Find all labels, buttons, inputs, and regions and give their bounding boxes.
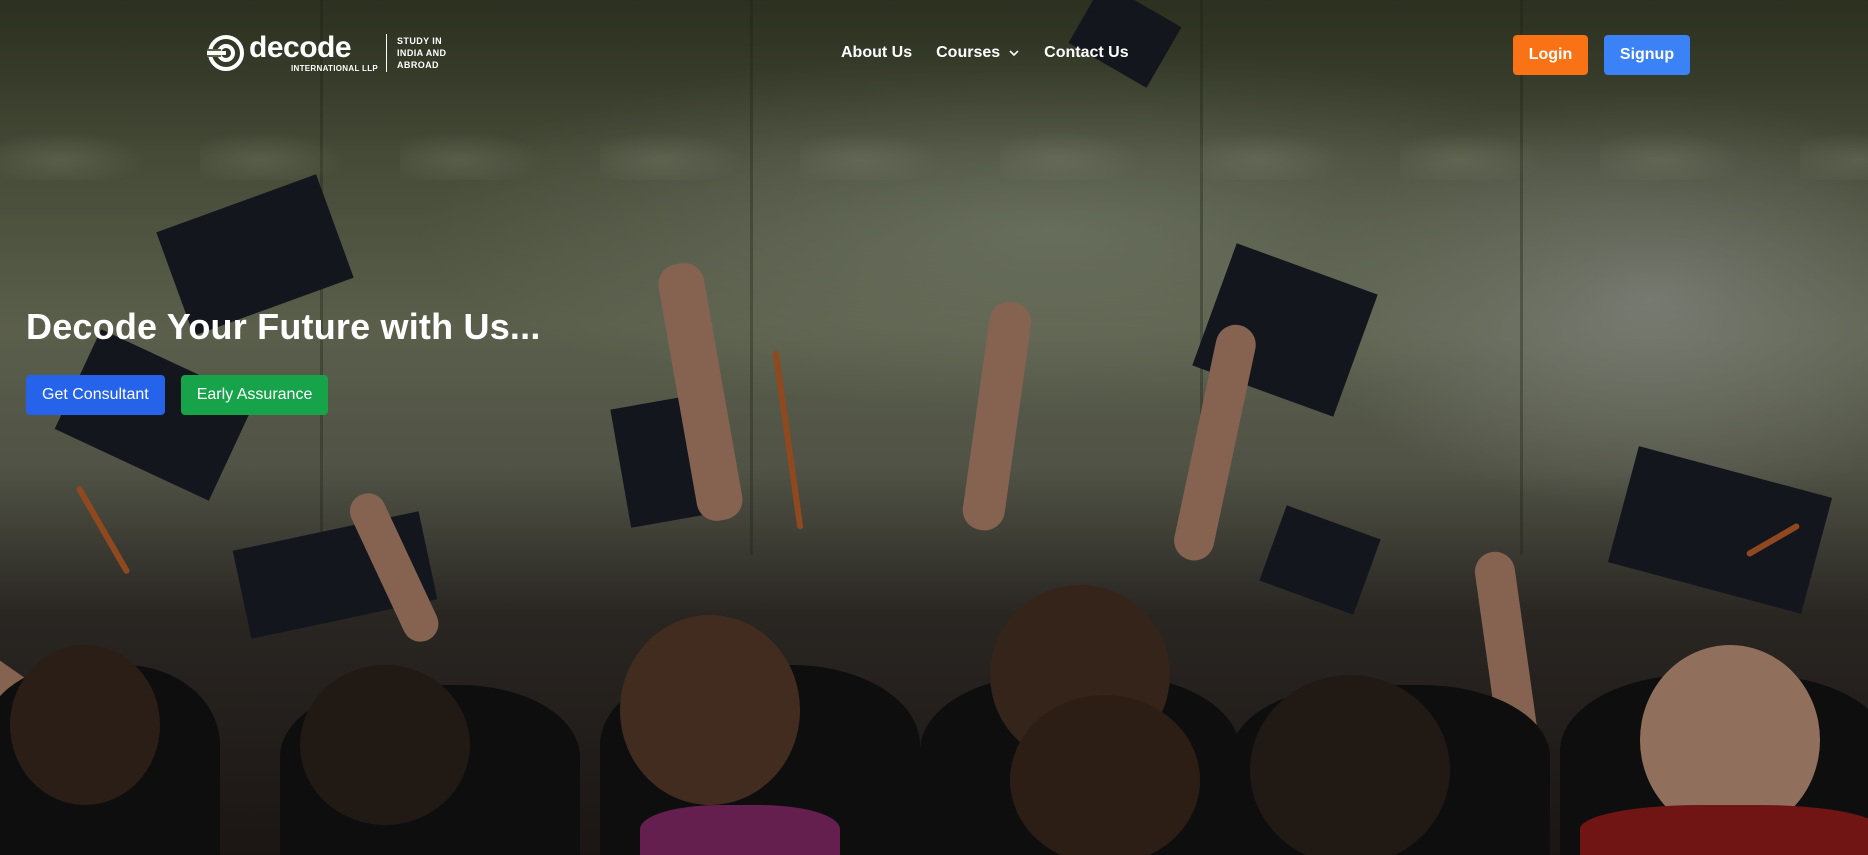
- hero-cta-group: Get Consultant Early Assurance: [26, 375, 329, 415]
- brand-logo[interactable]: decode INTERNATIONAL LLP STUDY IN INDIA …: [207, 30, 446, 76]
- hero-title: Decode Your Future with Us...: [26, 306, 541, 347]
- early-assurance-button[interactable]: Early Assurance: [180, 375, 329, 415]
- brand-subtitle: INTERNATIONAL LLP: [291, 63, 379, 73]
- brand-tagline: STUDY IN INDIA AND ABROAD: [397, 36, 447, 70]
- top-navbar: decode INTERNATIONAL LLP STUDY IN INDIA …: [0, 0, 1868, 108]
- hero-background-image: [0, 0, 1868, 855]
- nav-courses[interactable]: Courses: [936, 44, 1020, 62]
- brand-name: decode: [249, 30, 352, 64]
- nav-about-us[interactable]: About Us: [841, 44, 912, 62]
- nav-courses-label: Courses: [936, 44, 1001, 61]
- nav-contact-us[interactable]: Contact Us: [1044, 44, 1128, 62]
- get-consultant-button[interactable]: Get Consultant: [26, 375, 165, 415]
- chevron-down-icon: [1009, 50, 1019, 57]
- decode-logo-icon: [207, 35, 244, 71]
- login-button[interactable]: Login: [1513, 35, 1588, 75]
- signup-button[interactable]: Signup: [1604, 35, 1690, 75]
- main-menu: About Us Courses Contact Us: [841, 44, 1153, 62]
- logo-divider: [386, 34, 388, 72]
